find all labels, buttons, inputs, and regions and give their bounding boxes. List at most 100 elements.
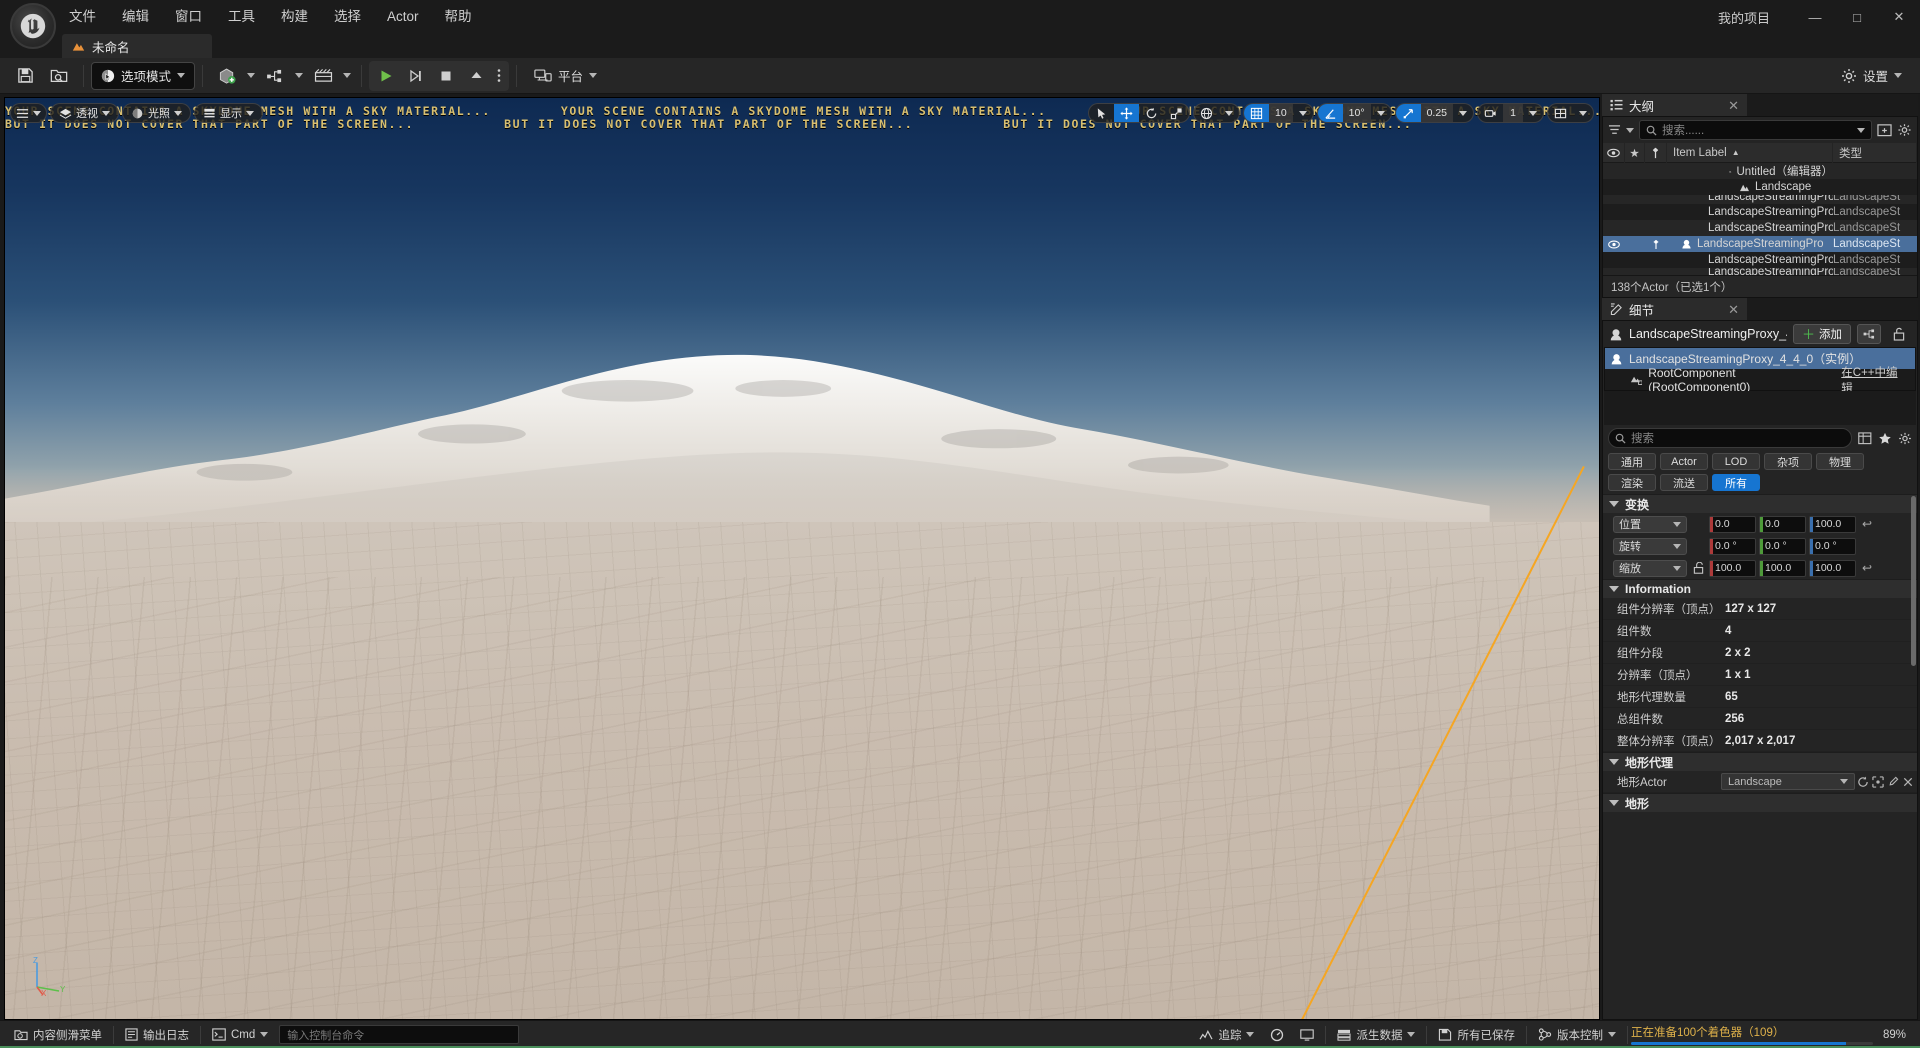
menu-item-select[interactable]: 选择 [321,0,374,34]
list-item[interactable]: LandscapeStreamingPro LandscapeSt [1603,268,1917,275]
location-z-input[interactable]: 100.0 [1809,516,1856,533]
unreal-logo-icon[interactable] [10,3,56,49]
details-tab[interactable]: 细节 ✕ [1602,298,1747,320]
gear-icon[interactable] [1897,123,1912,137]
selection-mode-button[interactable]: 选项模式 [91,62,195,90]
group-header-landscape-proxy[interactable]: 地形代理 [1603,752,1917,771]
location-revert-icon[interactable]: ↩ [1859,517,1875,531]
rotation-z-input[interactable]: 0.0 ° [1809,538,1856,555]
play-options-icon[interactable] [491,63,507,89]
grid-snap-chevron-icon[interactable] [1293,104,1313,122]
menu-item-edit[interactable]: 编辑 [109,0,162,34]
rotation-snap-icon[interactable] [1318,104,1343,122]
stop-icon[interactable] [431,63,461,89]
level-viewport[interactable]: YOUR SCENE CONTAINS A SKYDOME MESH WITH … [4,97,1600,1020]
group-header-transform[interactable]: 变换 [1603,494,1917,513]
category-lod[interactable]: LOD [1712,453,1760,470]
category-general[interactable]: 通用 [1608,453,1656,470]
add-actor-icon[interactable] [210,61,244,91]
landscape-actor-select[interactable]: Landscape [1721,773,1855,790]
list-item[interactable]: Landscape [1603,179,1917,195]
category-physics[interactable]: 物理 [1816,453,1864,470]
cinematics-icon[interactable] [306,61,340,91]
rotation-y-input[interactable]: 0.0 ° [1759,538,1806,555]
filter-icon[interactable] [1608,124,1621,136]
coordinate-chevron-icon[interactable] [1219,104,1239,122]
location-y-input[interactable]: 0.0 [1759,516,1806,533]
viewport-lighting-button[interactable]: 光照 [122,103,191,123]
blueprints-icon[interactable] [258,61,292,91]
blueprints-chevron-icon[interactable] [292,61,306,91]
column-pin-icon[interactable] [1645,143,1667,163]
add-component-button[interactable]: ＋ 添加 [1793,324,1851,344]
grid-snap-icon[interactable] [1244,104,1269,122]
cinematics-chevron-icon[interactable] [340,61,354,91]
component-tree-item-rootcomponent[interactable]: RootComponent (RootComponent0) 在C++中编辑 [1605,369,1915,390]
level-tab[interactable]: 未命名 [62,34,212,58]
select-tool-icon[interactable] [1089,104,1114,122]
perf-button[interactable] [1262,1024,1292,1046]
camera-speed-chevron-icon[interactable] [1523,104,1543,122]
scale-lock-icon[interactable] [1690,562,1706,574]
world-space-icon[interactable] [1194,104,1219,122]
group-header-information[interactable]: Information [1603,579,1917,598]
play-icon[interactable] [371,63,401,89]
menu-item-actor[interactable]: Actor [374,0,432,34]
rotate-tool-icon[interactable] [1139,104,1164,122]
category-misc[interactable]: 杂项 [1764,453,1812,470]
column-header-type[interactable]: 类型 [1833,143,1917,163]
viewport-layout-chevron-icon[interactable] [1573,104,1593,122]
column-header-label[interactable]: Item Label ▲ [1667,143,1833,163]
viewport-show-button[interactable]: 显示 [194,103,263,123]
rotation-snap-value[interactable]: 10° [1343,104,1371,122]
display-button[interactable] [1292,1024,1322,1046]
location-x-input[interactable]: 0.0 [1709,516,1756,533]
category-rendering[interactable]: 渲染 [1608,474,1656,491]
trace-button[interactable]: 追踪 [1191,1024,1262,1046]
cmd-button[interactable]: Cmd [204,1024,276,1046]
clear-icon[interactable] [1902,776,1914,788]
lock-icon[interactable] [1887,324,1911,344]
maximize-button[interactable]: □ [1836,0,1878,34]
reset-icon[interactable] [1857,776,1869,788]
scale-snap-value[interactable]: 0.25 [1421,104,1453,122]
eject-icon[interactable] [461,63,491,89]
rotation-type-select[interactable]: 旋转 [1613,538,1687,555]
list-item-selected[interactable]: LandscapeStreamingPro LandscapeSt [1603,236,1917,252]
blueprint-edit-icon[interactable] [1857,324,1881,344]
new-folder-icon[interactable] [1877,123,1892,137]
viewport-perspective-button[interactable]: 透视 [50,103,119,123]
output-log-button[interactable]: 输出日志 [117,1024,197,1046]
content-drawer-button[interactable]: 内容侧滑菜单 [6,1024,110,1046]
list-item[interactable]: LandscapeStreamingPro LandscapeSt [1603,195,1917,204]
scale-type-select[interactable]: 缩放 [1613,560,1687,577]
eyedropper-icon[interactable] [1887,776,1899,788]
list-item[interactable]: LandscapeStreamingPro LandscapeSt [1603,220,1917,236]
list-item[interactable]: Untitled（编辑器） [1603,163,1917,179]
close-button[interactable]: ✕ [1878,0,1920,34]
save-all-button[interactable]: 所有已保存 [1430,1024,1523,1046]
scale-tool-icon[interactable] [1164,104,1189,122]
category-all[interactable]: 所有 [1712,474,1760,491]
filter-chevron-icon[interactable] [1626,128,1634,133]
menu-item-file[interactable]: 文件 [56,0,109,34]
gear-icon[interactable] [1898,432,1912,445]
details-search-input[interactable]: 搜索 [1608,428,1852,448]
save-icon[interactable] [8,61,42,91]
outliner-close-icon[interactable]: ✕ [1728,99,1739,112]
console-command-input[interactable]: 输入控制台命令 [279,1025,519,1044]
step-icon[interactable] [401,63,431,89]
menu-item-help[interactable]: 帮助 [432,0,485,34]
camera-speed-icon[interactable] [1478,104,1503,122]
category-actor[interactable]: Actor [1660,453,1708,470]
outliner-search-input[interactable]: 搜索...... [1639,120,1872,140]
scale-revert-icon[interactable]: ↩ [1859,561,1875,575]
content-browser-icon[interactable] [42,61,76,91]
list-item[interactable]: LandscapeStreamingPro LandscapeSt [1603,252,1917,268]
camera-speed-value[interactable]: 1 [1503,104,1523,122]
row-visibility-icon[interactable] [1603,240,1625,249]
derived-data-button[interactable]: 派生数据 [1329,1024,1423,1046]
add-actor-chevron-icon[interactable] [244,61,258,91]
platforms-button[interactable]: 平台 [524,62,607,90]
settings-button[interactable]: 设置 [1831,62,1912,90]
